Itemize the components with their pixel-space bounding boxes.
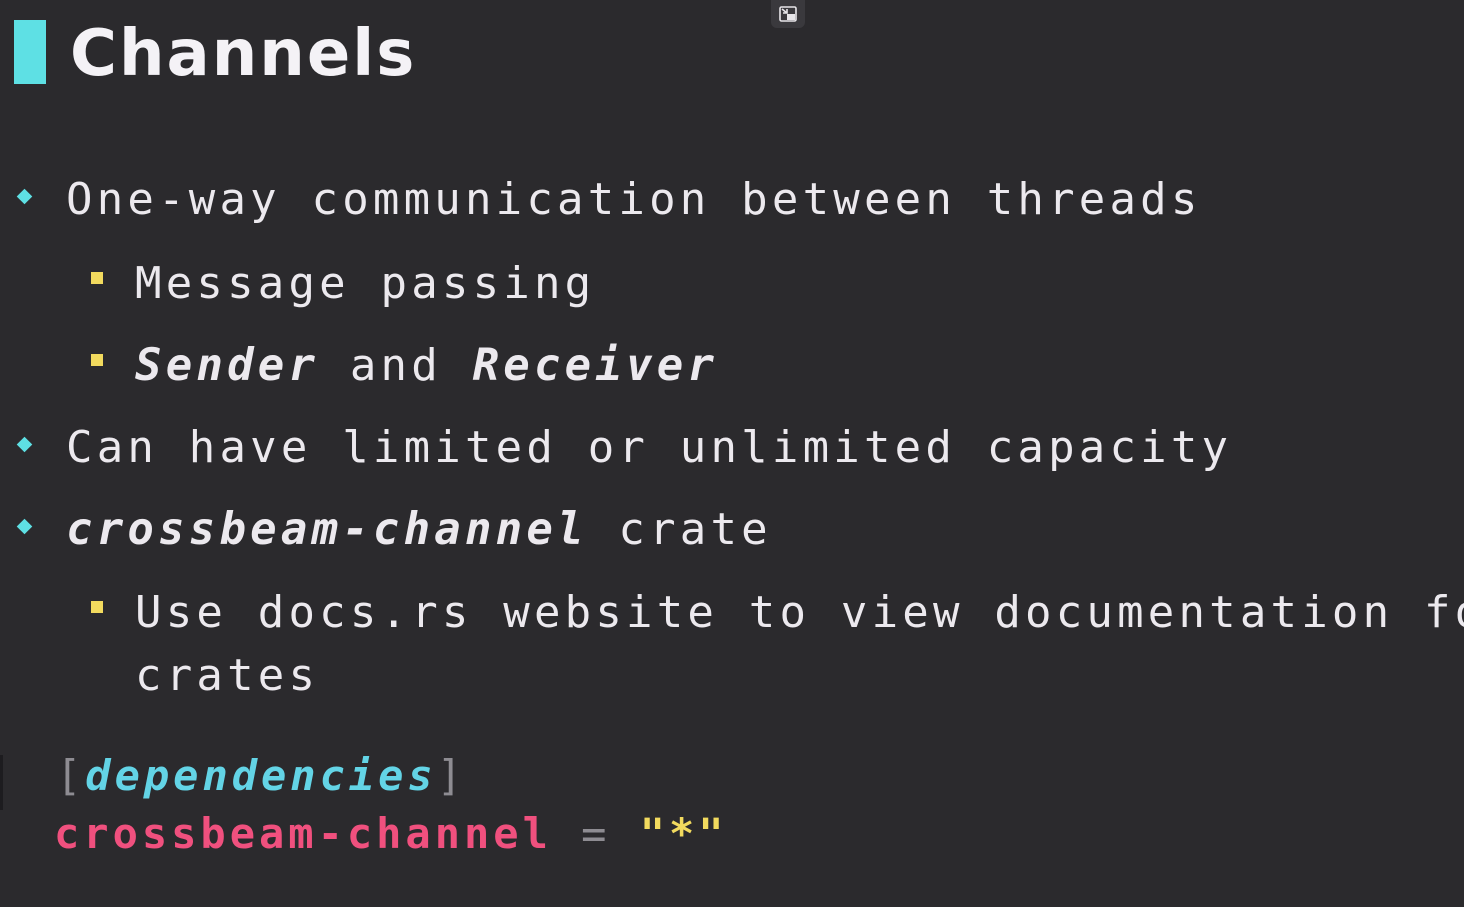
bullet-docs-line1: Use docs.rs website to view documentatio…: [135, 587, 1464, 638]
bullet-message-passing: Message passing: [135, 258, 596, 309]
bullet-square-icon: [91, 354, 103, 366]
bullet-square-icon: [91, 272, 103, 284]
code-key: crossbeam-channel: [54, 809, 552, 858]
bullet-sender-receiver: Sender and Receiver: [135, 335, 718, 397]
bullet-capacity: Can have limited or unlimited capacity: [66, 422, 1233, 473]
left-edge-shadow: [0, 755, 3, 810]
crate-name: crossbeam-channel: [66, 504, 588, 555]
code-section-line: [dependencies]: [56, 747, 466, 805]
title-accent-bar: [14, 20, 46, 84]
code-close-bracket: ]: [436, 751, 467, 800]
bullet-diamond-icon: [16, 436, 33, 453]
exit-fullscreen-icon: [779, 6, 797, 22]
crate-suffix: crate: [587, 504, 772, 555]
and-text: and: [319, 340, 473, 391]
code-dependency-line: crossbeam-channel = "*": [54, 805, 728, 863]
code-open-bracket: [: [56, 751, 86, 800]
bullet-docs-line2: crates: [135, 650, 320, 701]
bullet-square-icon: [91, 601, 103, 613]
code-equals: =: [551, 809, 640, 858]
bullet-diamond-icon: [16, 518, 33, 535]
receiver-term: Receiver: [472, 340, 719, 391]
code-value: "*": [639, 809, 728, 858]
code-section-name: dependencies: [85, 751, 437, 800]
exit-fullscreen-button[interactable]: [771, 0, 805, 28]
bullet-diamond-icon: [16, 188, 33, 205]
bullet-crossbeam-crate: crossbeam-channel crate: [66, 499, 772, 561]
bullet-one-way: One-way communication between threads: [66, 174, 1202, 225]
sender-term: Sender: [135, 340, 320, 391]
slide-title: Channels: [70, 17, 417, 91]
slide: Channels One-way communication between t…: [0, 0, 1464, 907]
